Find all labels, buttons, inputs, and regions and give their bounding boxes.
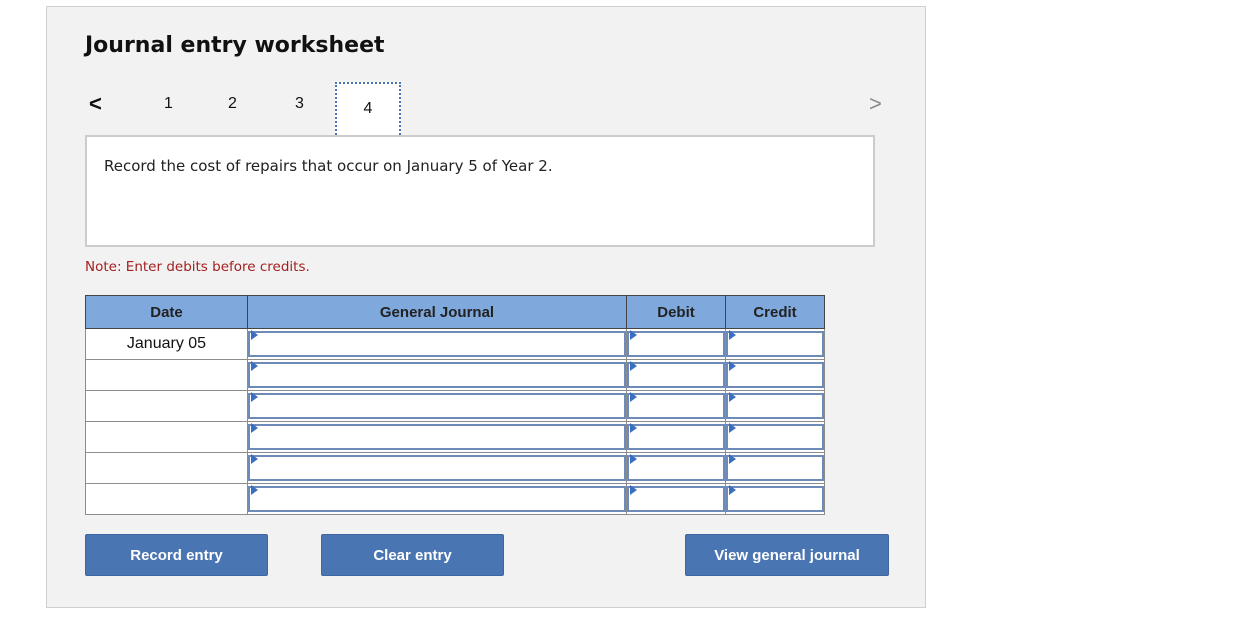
page-title: Journal entry worksheet	[85, 33, 385, 58]
cell-marker-icon	[630, 454, 637, 464]
table-row	[85, 390, 825, 422]
debit-input[interactable]	[627, 486, 725, 512]
prompt-box: Record the cost of repairs that occur on…	[85, 135, 875, 247]
tab-2[interactable]: 2	[228, 95, 237, 113]
header-date: Date	[85, 295, 248, 329]
credit-input[interactable]	[726, 455, 824, 481]
tab-3[interactable]: 3	[295, 95, 304, 113]
cell-marker-icon	[251, 392, 258, 402]
credit-cell	[725, 390, 825, 422]
cell-marker-icon	[630, 330, 637, 340]
prompt-text: Record the cost of repairs that occur on…	[104, 157, 553, 175]
table-row	[85, 452, 825, 484]
debit-input[interactable]	[627, 331, 725, 357]
date-cell[interactable]: January 05	[85, 328, 248, 360]
credit-input[interactable]	[726, 331, 824, 357]
credit-cell	[725, 359, 825, 391]
record-entry-button[interactable]: Record entry	[85, 534, 268, 576]
account-cell	[247, 390, 627, 422]
cell-marker-icon	[630, 485, 637, 495]
view-general-journal-button[interactable]: View general journal	[685, 534, 889, 576]
journal-table: Date General Journal Debit Credit Januar…	[85, 295, 825, 515]
cell-marker-icon	[729, 330, 736, 340]
cell-marker-icon	[630, 392, 637, 402]
cell-marker-icon	[630, 361, 637, 371]
cell-marker-icon	[729, 361, 736, 371]
credit-input[interactable]	[726, 393, 824, 419]
account-cell	[247, 359, 627, 391]
account-input[interactable]	[248, 393, 626, 419]
table-header-row: Date General Journal Debit Credit	[85, 295, 825, 329]
debit-cell	[626, 359, 726, 391]
debit-cell	[626, 421, 726, 453]
debit-input[interactable]	[627, 455, 725, 481]
date-cell[interactable]	[85, 483, 248, 515]
cell-marker-icon	[251, 361, 258, 371]
account-cell	[247, 452, 627, 484]
credit-cell	[725, 452, 825, 484]
table-row	[85, 421, 825, 453]
debit-input[interactable]	[627, 424, 725, 450]
header-credit: Credit	[725, 295, 825, 329]
cell-marker-icon	[251, 454, 258, 464]
account-input[interactable]	[248, 486, 626, 512]
cell-marker-icon	[729, 423, 736, 433]
credit-input[interactable]	[726, 424, 824, 450]
header-debit: Debit	[626, 295, 726, 329]
cell-marker-icon	[729, 485, 736, 495]
debit-cell	[626, 483, 726, 515]
account-input[interactable]	[248, 362, 626, 388]
credit-cell	[725, 421, 825, 453]
table-row	[85, 483, 825, 515]
journal-worksheet-panel: Journal entry worksheet < 1 2 3 4 > Reco…	[46, 6, 926, 608]
account-cell	[247, 328, 627, 360]
debit-cell	[626, 390, 726, 422]
tab-4-active[interactable]: 4	[335, 82, 401, 138]
cell-marker-icon	[729, 392, 736, 402]
account-input[interactable]	[248, 331, 626, 357]
credit-cell	[725, 328, 825, 360]
credit-cell	[725, 483, 825, 515]
chevron-right-icon[interactable]: >	[869, 91, 882, 117]
table-row	[85, 359, 825, 391]
account-cell	[247, 421, 627, 453]
credit-input[interactable]	[726, 362, 824, 388]
account-input[interactable]	[248, 455, 626, 481]
cell-marker-icon	[251, 485, 258, 495]
cell-marker-icon	[251, 423, 258, 433]
date-cell[interactable]	[85, 390, 248, 422]
date-cell[interactable]	[85, 452, 248, 484]
credit-input[interactable]	[726, 486, 824, 512]
cell-marker-icon	[630, 423, 637, 433]
date-cell[interactable]	[85, 359, 248, 391]
note-text: Note: Enter debits before credits.	[85, 259, 310, 275]
account-input[interactable]	[248, 424, 626, 450]
debit-input[interactable]	[627, 362, 725, 388]
debit-cell	[626, 452, 726, 484]
account-cell	[247, 483, 627, 515]
header-general-journal: General Journal	[247, 295, 627, 329]
cell-marker-icon	[729, 454, 736, 464]
date-cell[interactable]	[85, 421, 248, 453]
table-row: January 05	[85, 328, 825, 360]
debit-cell	[626, 328, 726, 360]
clear-entry-button[interactable]: Clear entry	[321, 534, 504, 576]
chevron-left-icon[interactable]: <	[89, 91, 102, 117]
cell-marker-icon	[251, 330, 258, 340]
tab-1[interactable]: 1	[164, 95, 173, 113]
debit-input[interactable]	[627, 393, 725, 419]
